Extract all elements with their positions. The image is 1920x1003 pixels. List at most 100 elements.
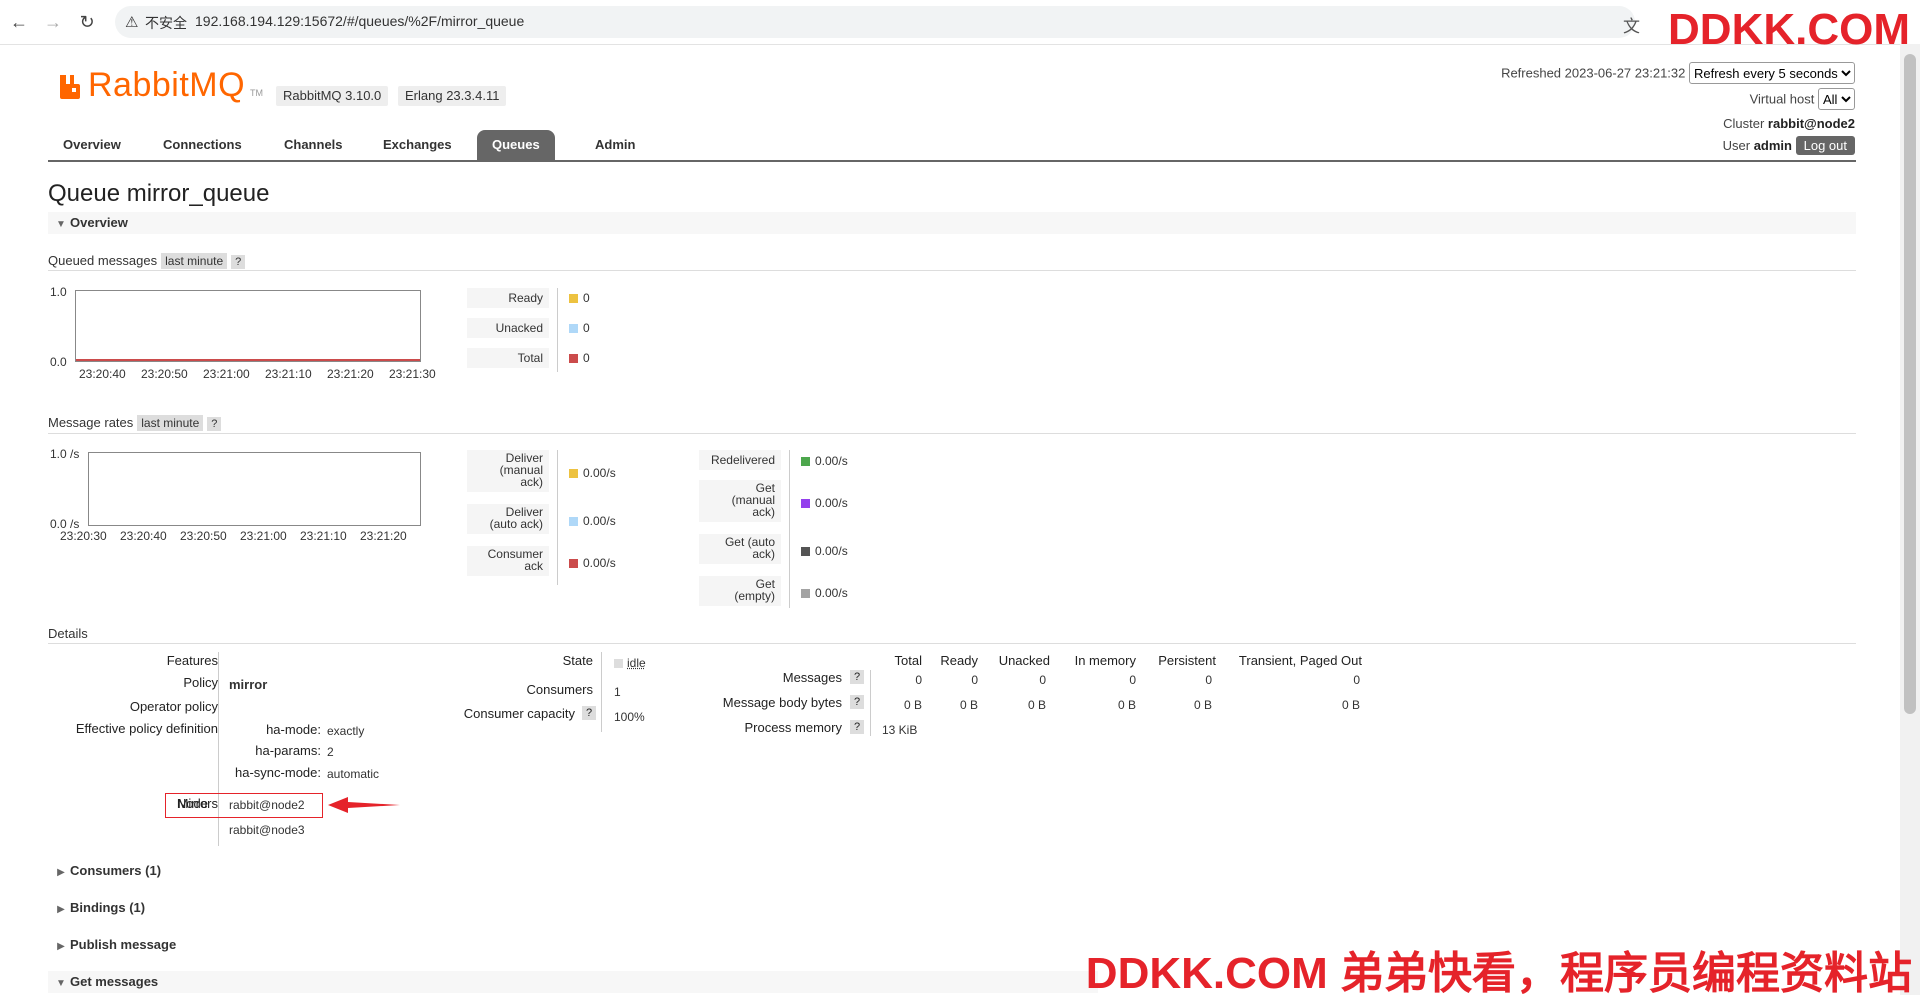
x-tick: 23:21:10: [265, 367, 312, 381]
legend-label-get-empty: Get (empty): [699, 576, 781, 606]
x-tick: 23:20:50: [141, 367, 188, 381]
get-messages-section-header[interactable]: ▼ Get messages: [48, 971, 1098, 993]
bindings-section-header[interactable]: ▶ Bindings (1): [48, 897, 145, 919]
legend-label-redelivered: Redelivered: [699, 450, 781, 470]
ready-swatch: [569, 294, 578, 303]
rates-range-selector[interactable]: last minute: [137, 415, 204, 431]
consumers-section-header[interactable]: ▶ Consumers (1): [48, 860, 161, 882]
rabbitmq-logo-icon: [60, 75, 80, 99]
messages-help-icon[interactable]: ?: [850, 670, 865, 684]
legend-divider: [557, 450, 558, 585]
collapsed-triangle-icon: ▶: [57, 941, 65, 952]
virtual-host-select[interactable]: All: [1818, 88, 1855, 110]
body-bytes-row-label: Message body bytes: [722, 695, 842, 710]
collapsed-triangle-icon: ▶: [57, 904, 65, 915]
address-bar[interactable]: ⚠ 不安全 192.168.194.129:15672/#/queues/%2F…: [115, 6, 1635, 38]
state-value-box: idle: [614, 656, 646, 670]
security-warning[interactable]: 不安全: [145, 13, 187, 33]
url-text[interactable]: 192.168.194.129:15672/#/queues/%2F/mirro…: [195, 13, 524, 29]
logo-tm: TM: [250, 88, 263, 98]
ha-sync-mode-label: ha-sync-mode:: [235, 765, 321, 780]
bytes-total: 0 B: [903, 698, 922, 712]
rabbitmq-version: RabbitMQ 3.10.0: [276, 86, 389, 106]
legend-value-redelivered: 0.00/s: [801, 454, 848, 468]
page-scrollbar[interactable]: [1900, 44, 1920, 995]
consumer-capacity-label: Consumer capacity: [463, 706, 575, 721]
effective-policy-label: Effective policy definition: [75, 721, 218, 736]
logo-text: RabbitMQ: [88, 66, 246, 104]
legend-label-consumer-ack: Consumer ack: [467, 546, 549, 576]
tab-connections[interactable]: Connections: [148, 130, 257, 160]
get-empty-value: 0.00/s: [815, 586, 848, 600]
consumers-value: 1: [614, 685, 621, 699]
reload-icon[interactable]: ↻: [72, 7, 102, 37]
mirrors-value[interactable]: rabbit@node3: [229, 823, 305, 837]
expanded-triangle-icon: ▼: [56, 978, 66, 989]
legend-label-get-manual: Get (manual ack): [699, 480, 781, 522]
process-memory-help-icon[interactable]: ?: [850, 720, 865, 734]
legend-label-ready: Ready: [467, 288, 549, 308]
legend-label-unacked: Unacked: [467, 318, 549, 338]
message-rates-chart: [88, 452, 421, 526]
bytes-persistent: 0 B: [1193, 698, 1212, 712]
bytes-unacked: 0 B: [1027, 698, 1046, 712]
overview-section-header[interactable]: ▼ Overview: [48, 212, 1856, 234]
consumer-ack-swatch: [569, 559, 578, 568]
queue-name: mirror_queue: [126, 180, 270, 207]
col-persistent: Persistent: [1158, 653, 1216, 668]
legend-value-get-empty: 0.00/s: [801, 586, 848, 600]
policy-value[interactable]: mirror: [229, 677, 267, 692]
scroll-thumb[interactable]: [1904, 54, 1916, 714]
queued-help-icon[interactable]: ?: [231, 255, 246, 269]
tab-exchanges[interactable]: Exchanges: [368, 130, 467, 160]
back-icon[interactable]: ←: [4, 7, 34, 37]
publish-section-header[interactable]: ▶ Publish message: [48, 934, 176, 956]
warning-icon[interactable]: ⚠: [125, 13, 138, 31]
consumer-capacity-help-icon[interactable]: ?: [582, 706, 597, 720]
col-total: Total: [894, 653, 922, 668]
forward-icon[interactable]: →: [38, 7, 68, 37]
queued-range-selector[interactable]: last minute: [161, 253, 228, 269]
virtual-host-label: Virtual host: [1749, 91, 1815, 107]
node-label: Node: [176, 796, 208, 811]
deliver-manual-value: 0.00/s: [583, 466, 616, 480]
total-swatch: [569, 354, 578, 363]
node-value[interactable]: rabbit@node2: [229, 798, 305, 812]
tab-overview[interactable]: Overview: [48, 130, 136, 160]
refresh-select[interactable]: Refresh every 5 seconds: [1689, 62, 1855, 84]
translate-icon[interactable]: 文: [1623, 12, 1640, 37]
messages-transient: 0: [1353, 673, 1360, 687]
x-tick: 23:21:20: [327, 367, 374, 381]
col-unacked: Unacked: [998, 653, 1050, 668]
redelivered-value: 0.00/s: [815, 454, 848, 468]
messages-ready: 0: [971, 673, 978, 687]
get-messages-section-title: Get messages: [70, 974, 159, 989]
unacked-swatch: [569, 324, 578, 333]
tab-channels[interactable]: Channels: [269, 130, 358, 160]
collapsed-triangle-icon: ▶: [57, 867, 65, 878]
rates-help-icon[interactable]: ?: [207, 417, 222, 431]
col-transient: Transient, Paged Out: [1238, 653, 1362, 668]
body-bytes-help-icon[interactable]: ?: [850, 695, 865, 709]
tab-queues[interactable]: Queues: [477, 130, 555, 160]
divider: [48, 433, 1856, 434]
expanded-triangle-icon: ▼: [56, 219, 66, 230]
legend-value-unacked: 0: [569, 321, 590, 335]
get-manual-value: 0.00/s: [815, 496, 848, 510]
messages-row-label: Messages: [782, 670, 842, 685]
x-tick: 23:20:40: [120, 529, 167, 543]
legend-value-deliver-auto: 0.00/s: [569, 514, 616, 528]
bytes-transient: 0 B: [1341, 698, 1360, 712]
annotation-arrow-icon: [328, 797, 400, 813]
watermark-top: DDKK.COM: [1668, 5, 1910, 54]
queued-y-bottom: 0.0: [50, 355, 67, 369]
queued-y-top: 1.0: [50, 285, 67, 299]
queued-messages-chart: [75, 290, 421, 362]
legend-value-consumer-ack: 0.00/s: [569, 556, 616, 570]
x-tick: 23:20:30: [60, 529, 107, 543]
x-tick: 23:21:00: [240, 529, 287, 543]
legend-value-ready: 0: [569, 291, 590, 305]
policy-label: Policy: [183, 675, 218, 690]
page-title-prefix: Queue: [48, 180, 121, 207]
tab-admin[interactable]: Admin: [580, 130, 650, 160]
